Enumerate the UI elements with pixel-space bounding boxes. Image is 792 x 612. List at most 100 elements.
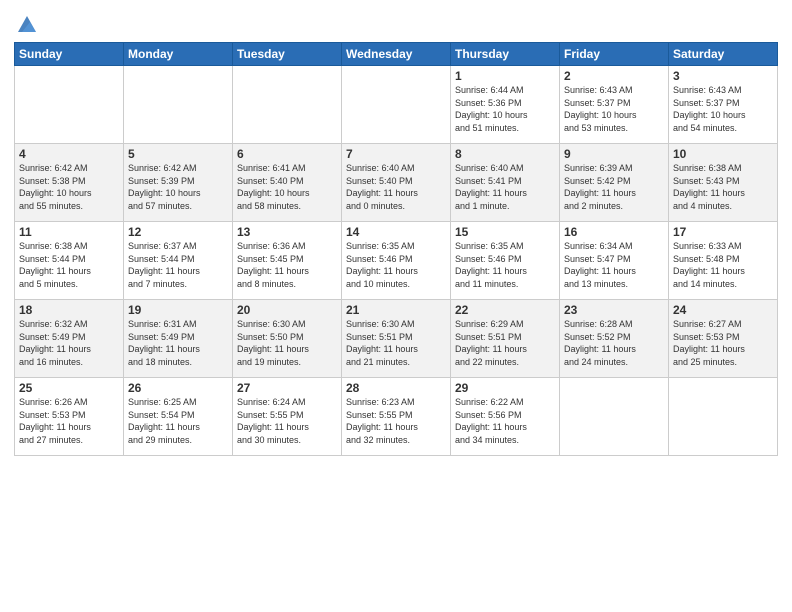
calendar-cell: 25 Sunrise: 6:26 AM Sunset: 5:53 PM Dayli…	[15, 378, 124, 456]
calendar-cell	[233, 66, 342, 144]
calendar-cell: 6 Sunrise: 6:41 AM Sunset: 5:40 PM Daylig…	[233, 144, 342, 222]
calendar-week-row: 1 Sunrise: 6:44 AM Sunset: 5:36 PM Daylig…	[15, 66, 778, 144]
day-info: Sunrise: 6:42 AM Sunset: 5:39 PM Dayligh…	[128, 163, 201, 211]
day-header-row: SundayMondayTuesdayWednesdayThursdayFrid…	[15, 43, 778, 66]
calendar-cell: 3Sunrise: 6:43 AM Sunset: 5:37 PM Daylig…	[669, 66, 778, 144]
calendar-cell: 22Sunrise: 6:29 AM Sunset: 5:51 PM Dayli…	[451, 300, 560, 378]
calendar-week-row: 4Sunrise: 6:42 AM Sunset: 5:38 PM Daylig…	[15, 144, 778, 222]
calendar-cell: 21 Sunrise: 6:30 AM Sunset: 5:51 PM Dayli…	[342, 300, 451, 378]
day-info: Sunrise: 6:36 AM Sunset: 5:45 PM Dayligh…	[237, 241, 309, 289]
calendar-cell: 7 Sunrise: 6:40 AM Sunset: 5:40 PM Daylig…	[342, 144, 451, 222]
day-header-cell: Thursday	[451, 43, 560, 66]
day-header-cell: Monday	[124, 43, 233, 66]
day-number: 14	[346, 225, 446, 239]
calendar-cell	[15, 66, 124, 144]
day-info: Sunrise: 6:39 AM Sunset: 5:42 PM Dayligh…	[564, 163, 636, 211]
logo-icon	[16, 14, 38, 36]
day-number: 10	[673, 147, 773, 161]
day-info: Sunrise: 6:29 AM Sunset: 5:51 PM Dayligh…	[455, 319, 527, 367]
day-number: 27	[237, 381, 337, 395]
day-number: 24	[673, 303, 773, 317]
day-number: 25	[19, 381, 119, 395]
day-info: Sunrise: 6:25 AM Sunset: 5:54 PM Dayligh…	[128, 397, 200, 445]
calendar-cell	[124, 66, 233, 144]
day-info: Sunrise: 6:35 AM Sunset: 5:46 PM Dayligh…	[455, 241, 527, 289]
day-info: Sunrise: 6:27 AM Sunset: 5:53 PM Dayligh…	[673, 319, 745, 367]
calendar-cell: 27 Sunrise: 6:24 AM Sunset: 5:55 PM Dayli…	[233, 378, 342, 456]
day-info: Sunrise: 6:22 AM Sunset: 5:56 PM Dayligh…	[455, 397, 527, 445]
calendar-cell: 13 Sunrise: 6:36 AM Sunset: 5:45 PM Dayli…	[233, 222, 342, 300]
day-number: 4	[19, 147, 119, 161]
day-number: 2	[564, 69, 664, 83]
day-header-cell: Saturday	[669, 43, 778, 66]
day-number: 18	[19, 303, 119, 317]
calendar-cell: 26 Sunrise: 6:25 AM Sunset: 5:54 PM Dayli…	[124, 378, 233, 456]
calendar-cell: 5 Sunrise: 6:42 AM Sunset: 5:39 PM Daylig…	[124, 144, 233, 222]
day-number: 12	[128, 225, 228, 239]
day-header-cell: Tuesday	[233, 43, 342, 66]
day-number: 5	[128, 147, 228, 161]
day-number: 28	[346, 381, 446, 395]
calendar-cell: 4Sunrise: 6:42 AM Sunset: 5:38 PM Daylig…	[15, 144, 124, 222]
calendar-cell: 10 Sunrise: 6:38 AM Sunset: 5:43 PM Dayli…	[669, 144, 778, 222]
day-number: 6	[237, 147, 337, 161]
day-info: Sunrise: 6:37 AM Sunset: 5:44 PM Dayligh…	[128, 241, 200, 289]
day-header-cell: Sunday	[15, 43, 124, 66]
calendar-cell: 9 Sunrise: 6:39 AM Sunset: 5:42 PM Daylig…	[560, 144, 669, 222]
day-number: 19	[128, 303, 228, 317]
day-number: 16	[564, 225, 664, 239]
calendar-cell: 1 Sunrise: 6:44 AM Sunset: 5:36 PM Daylig…	[451, 66, 560, 144]
day-number: 26	[128, 381, 228, 395]
calendar-cell: 28 Sunrise: 6:23 AM Sunset: 5:55 PM Dayli…	[342, 378, 451, 456]
day-info: Sunrise: 6:40 AM Sunset: 5:41 PM Dayligh…	[455, 163, 527, 211]
day-info: Sunrise: 6:32 AM Sunset: 5:49 PM Dayligh…	[19, 319, 91, 367]
day-info: Sunrise: 6:34 AM Sunset: 5:47 PM Dayligh…	[564, 241, 636, 289]
calendar-cell: 11 Sunrise: 6:38 AM Sunset: 5:44 PM Dayli…	[15, 222, 124, 300]
calendar-cell: 18 Sunrise: 6:32 AM Sunset: 5:49 PM Dayli…	[15, 300, 124, 378]
day-number: 29	[455, 381, 555, 395]
day-info: Sunrise: 6:41 AM Sunset: 5:40 PM Dayligh…	[237, 163, 310, 211]
calendar-cell: 24 Sunrise: 6:27 AM Sunset: 5:53 PM Dayli…	[669, 300, 778, 378]
page: SundayMondayTuesdayWednesdayThursdayFrid…	[0, 0, 792, 612]
calendar-table: SundayMondayTuesdayWednesdayThursdayFrid…	[14, 42, 778, 456]
day-header-cell: Wednesday	[342, 43, 451, 66]
day-info: Sunrise: 6:40 AM Sunset: 5:40 PM Dayligh…	[346, 163, 418, 211]
day-info: Sunrise: 6:44 AM Sunset: 5:36 PM Dayligh…	[455, 85, 528, 133]
calendar-cell: 16 Sunrise: 6:34 AM Sunset: 5:47 PM Dayli…	[560, 222, 669, 300]
day-number: 3	[673, 69, 773, 83]
calendar-week-row: 11 Sunrise: 6:38 AM Sunset: 5:44 PM Dayli…	[15, 222, 778, 300]
calendar-cell	[560, 378, 669, 456]
day-info: Sunrise: 6:43 AM Sunset: 5:37 PM Dayligh…	[564, 85, 637, 133]
calendar-cell: 14 Sunrise: 6:35 AM Sunset: 5:46 PM Dayli…	[342, 222, 451, 300]
day-info: Sunrise: 6:23 AM Sunset: 5:55 PM Dayligh…	[346, 397, 418, 445]
day-info: Sunrise: 6:38 AM Sunset: 5:43 PM Dayligh…	[673, 163, 745, 211]
day-number: 21	[346, 303, 446, 317]
calendar-cell: 12 Sunrise: 6:37 AM Sunset: 5:44 PM Dayli…	[124, 222, 233, 300]
day-number: 15	[455, 225, 555, 239]
day-number: 9	[564, 147, 664, 161]
day-info: Sunrise: 6:31 AM Sunset: 5:49 PM Dayligh…	[128, 319, 200, 367]
day-number: 1	[455, 69, 555, 83]
day-header-cell: Friday	[560, 43, 669, 66]
day-info: Sunrise: 6:35 AM Sunset: 5:46 PM Dayligh…	[346, 241, 418, 289]
day-number: 13	[237, 225, 337, 239]
logo	[14, 14, 38, 36]
day-number: 11	[19, 225, 119, 239]
day-info: Sunrise: 6:30 AM Sunset: 5:50 PM Dayligh…	[237, 319, 309, 367]
calendar-cell: 15 Sunrise: 6:35 AM Sunset: 5:46 PM Dayli…	[451, 222, 560, 300]
day-info: Sunrise: 6:38 AM Sunset: 5:44 PM Dayligh…	[19, 241, 91, 289]
day-info: Sunrise: 6:30 AM Sunset: 5:51 PM Dayligh…	[346, 319, 418, 367]
day-info: Sunrise: 6:24 AM Sunset: 5:55 PM Dayligh…	[237, 397, 309, 445]
day-info: Sunrise: 6:26 AM Sunset: 5:53 PM Dayligh…	[19, 397, 91, 445]
day-number: 17	[673, 225, 773, 239]
calendar-cell: 23Sunrise: 6:28 AM Sunset: 5:52 PM Dayli…	[560, 300, 669, 378]
day-number: 8	[455, 147, 555, 161]
day-number: 7	[346, 147, 446, 161]
calendar-cell	[342, 66, 451, 144]
calendar-cell: 29 Sunrise: 6:22 AM Sunset: 5:56 PM Dayli…	[451, 378, 560, 456]
calendar-cell	[669, 378, 778, 456]
calendar-cell: 19 Sunrise: 6:31 AM Sunset: 5:49 PM Dayli…	[124, 300, 233, 378]
calendar-cell: 20Sunrise: 6:30 AM Sunset: 5:50 PM Dayli…	[233, 300, 342, 378]
calendar-week-row: 25 Sunrise: 6:26 AM Sunset: 5:53 PM Dayli…	[15, 378, 778, 456]
day-info: Sunrise: 6:33 AM Sunset: 5:48 PM Dayligh…	[673, 241, 745, 289]
